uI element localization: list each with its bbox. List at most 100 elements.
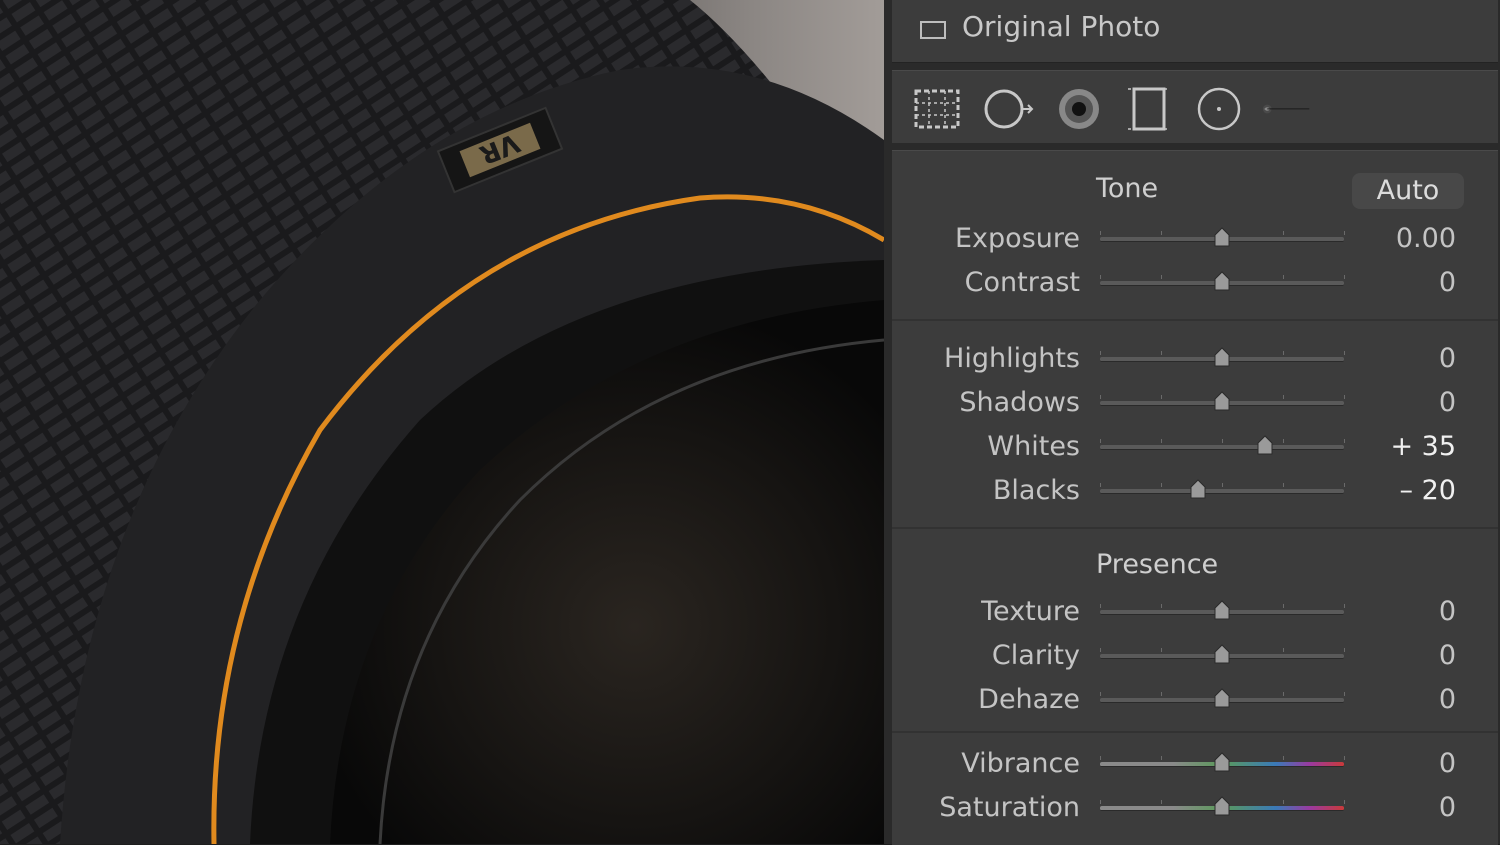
dehaze-slider-row: Dehaze 0 — [892, 682, 1498, 718]
develop-panel: Original Photo Tone Auto Exposure 0.00 C… — [884, 0, 1500, 845]
blacks-slider-thumb[interactable] — [1190, 479, 1206, 499]
clarity-slider-row: Clarity 0 — [892, 638, 1498, 674]
slider-tick — [1161, 483, 1162, 487]
texture-value[interactable]: 0 — [1439, 594, 1456, 630]
vibrance-slider-thumb[interactable] — [1214, 752, 1230, 772]
clarity-value[interactable]: 0 — [1439, 638, 1456, 674]
graduated-filter-icon[interactable] — [1124, 85, 1174, 133]
highlights-slider-thumb[interactable] — [1214, 347, 1230, 367]
exposure-value[interactable]: 0.00 — [1396, 221, 1456, 257]
saturation-slider[interactable] — [1100, 796, 1345, 816]
slider-tick — [1100, 439, 1101, 443]
whites-slider-row: Whites + 35 — [892, 429, 1498, 465]
slider-tick — [1344, 395, 1345, 399]
radial-filter-icon[interactable] — [1194, 85, 1244, 133]
highlights-slider-row: Highlights 0 — [892, 341, 1498, 377]
divider — [892, 319, 1498, 321]
blacks-slider-row: Blacks – 20 — [892, 473, 1498, 509]
slider-tick — [1283, 231, 1284, 235]
slider-tick — [1100, 648, 1101, 652]
vibrance-value[interactable]: 0 — [1439, 746, 1456, 782]
clarity-slider[interactable] — [1100, 644, 1345, 664]
contrast-value[interactable]: 0 — [1439, 265, 1456, 301]
tone-section-title: Tone — [1096, 173, 1159, 204]
clarity-label: Clarity — [991, 640, 1080, 671]
tool-strip — [892, 70, 1498, 143]
slider-tick — [1344, 483, 1345, 487]
slider-tick — [1283, 351, 1284, 355]
texture-label: Texture — [981, 596, 1080, 627]
highlights-value[interactable]: 0 — [1439, 341, 1456, 377]
dehaze-slider-thumb[interactable] — [1214, 688, 1230, 708]
slider-tick — [1161, 756, 1162, 760]
exposure-slider[interactable] — [1100, 227, 1345, 247]
saturation-slider-row: Saturation 0 — [892, 790, 1498, 826]
slider-tick — [1344, 604, 1345, 608]
slider-tick — [1161, 395, 1162, 399]
shadows-label: Shadows — [959, 387, 1080, 418]
slider-tick — [1222, 439, 1223, 443]
contrast-slider-thumb[interactable] — [1214, 271, 1230, 291]
slider-tick — [1161, 692, 1162, 696]
whites-slider-thumb[interactable] — [1257, 435, 1273, 455]
blacks-slider[interactable] — [1100, 479, 1345, 499]
slider-tick — [1344, 275, 1345, 279]
whites-value[interactable]: + 35 — [1390, 429, 1456, 465]
photo-preview[interactable]: VR — [0, 0, 884, 844]
slider-tick — [1161, 648, 1162, 652]
blacks-value[interactable]: – 20 — [1400, 473, 1456, 509]
slider-tick — [1161, 351, 1162, 355]
divider — [892, 527, 1498, 529]
exposure-slider-thumb[interactable] — [1214, 227, 1230, 247]
adjustment-brush-slider[interactable] — [1262, 85, 1492, 133]
contrast-label: Contrast — [964, 267, 1080, 298]
texture-slider[interactable] — [1100, 600, 1345, 620]
slider-tick — [1344, 351, 1345, 355]
slider-tick — [1283, 275, 1284, 279]
slider-tick — [1100, 800, 1101, 804]
contrast-slider[interactable] — [1100, 271, 1345, 291]
slider-tick — [1344, 800, 1345, 804]
vibrance-slider-row: Vibrance 0 — [892, 746, 1498, 782]
auto-tone-button[interactable]: Auto — [1352, 173, 1464, 209]
shadows-slider[interactable] — [1100, 391, 1345, 411]
vibrance-slider[interactable] — [1100, 752, 1345, 772]
exposure-label: Exposure — [955, 223, 1080, 254]
original-photo-checkbox[interactable] — [920, 21, 946, 39]
contrast-slider-row: Contrast 0 — [892, 265, 1498, 301]
shadows-slider-thumb[interactable] — [1214, 391, 1230, 411]
dehaze-slider[interactable] — [1100, 688, 1345, 708]
original-photo-label: Original Photo — [962, 10, 1161, 43]
slider-tick — [1283, 395, 1284, 399]
shadows-value[interactable]: 0 — [1439, 385, 1456, 421]
saturation-value[interactable]: 0 — [1439, 790, 1456, 826]
red-eye-icon[interactable] — [1054, 85, 1104, 133]
slider-tick — [1344, 756, 1345, 760]
slider-tick — [1344, 692, 1345, 696]
slider-tick — [1283, 648, 1284, 652]
presence-section-title: Presence — [1096, 549, 1219, 580]
whites-slider[interactable] — [1100, 435, 1345, 455]
slider-tick — [1283, 756, 1284, 760]
dehaze-value[interactable]: 0 — [1439, 682, 1456, 718]
shadows-slider-row: Shadows 0 — [892, 385, 1498, 421]
highlights-slider[interactable] — [1100, 347, 1345, 367]
slider-tick — [1100, 275, 1101, 279]
slider-tick — [1100, 483, 1101, 487]
crop-overlay-icon[interactable] — [912, 85, 962, 133]
saturation-slider-thumb[interactable] — [1214, 796, 1230, 816]
slider-tick — [1100, 351, 1101, 355]
slider-tick — [1283, 692, 1284, 696]
lens-image: VR — [0, 0, 884, 844]
slider-tick — [1283, 604, 1284, 608]
texture-slider-thumb[interactable] — [1214, 600, 1230, 620]
spot-removal-icon[interactable] — [984, 85, 1034, 133]
clarity-slider-thumb[interactable] — [1214, 644, 1230, 664]
original-photo-toggle[interactable]: Original Photo — [892, 0, 1498, 63]
slider-tick — [1100, 395, 1101, 399]
slider-tick — [1161, 439, 1162, 443]
highlights-label: Highlights — [944, 343, 1080, 374]
texture-slider-row: Texture 0 — [892, 594, 1498, 630]
slider-tick — [1283, 439, 1284, 443]
divider — [892, 731, 1498, 733]
